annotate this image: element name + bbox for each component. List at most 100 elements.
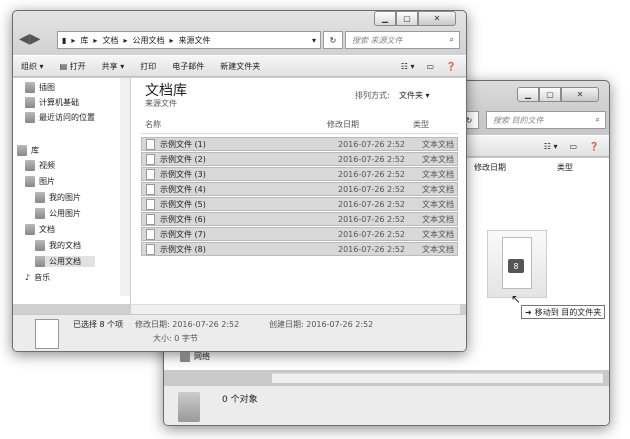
drag-tooltip: ➜ 移动到 目的文件夹 bbox=[521, 305, 606, 319]
file-date: 2016-07-26 2:52 bbox=[338, 169, 405, 179]
video-icon bbox=[25, 160, 35, 171]
picture-icon bbox=[25, 176, 35, 187]
column-header-date[interactable]: 修改日期 bbox=[474, 162, 506, 173]
horizontal-scrollbar[interactable] bbox=[131, 304, 460, 314]
drag-ghost: 8 bbox=[487, 230, 547, 298]
created-date: 创建日期: 2016-07-26 2:52 bbox=[269, 320, 374, 329]
nav-item-libraries[interactable]: 库 bbox=[17, 145, 39, 156]
document-icon bbox=[146, 213, 155, 225]
table-row[interactable]: 示例文件 (6) 2016-07-26 2:52 文本文档 bbox=[141, 212, 458, 226]
help-icon[interactable]: ❓ bbox=[589, 142, 599, 151]
file-name: 示例文件 (7) bbox=[160, 229, 206, 239]
file-name: 示例文件 (5) bbox=[160, 199, 206, 209]
file-date: 2016-07-26 2:52 bbox=[338, 229, 405, 239]
table-row[interactable]: 示例文件 (3) 2016-07-26 2:52 文本文档 bbox=[141, 167, 458, 181]
music-icon: ♪ bbox=[25, 273, 31, 282]
column-header-type[interactable]: 类型 bbox=[413, 119, 429, 130]
file-type: 文本文档 bbox=[422, 199, 454, 209]
nav-item-music[interactable]: ♪ 音乐 bbox=[25, 272, 50, 283]
file-type: 文本文档 bbox=[422, 139, 454, 149]
preview-pane-icon[interactable]: ▭ bbox=[426, 62, 434, 71]
close-button[interactable]: ✕ bbox=[418, 11, 456, 26]
table-row[interactable]: 示例文件 (5) 2016-07-26 2:52 文本文档 bbox=[141, 197, 458, 211]
sort-dropdown[interactable]: 文件夹 ▾ bbox=[399, 90, 430, 101]
nav-item-pictures[interactable]: 图片 bbox=[25, 176, 55, 187]
selection-count: 已选择 8 个项 bbox=[73, 320, 124, 329]
file-name: 示例文件 (1) bbox=[160, 139, 206, 149]
nav-item-network[interactable]: 网络 bbox=[180, 351, 210, 362]
cursor-icon: ↖ bbox=[511, 292, 522, 306]
nav-scrollbar[interactable] bbox=[120, 78, 130, 296]
document-icon bbox=[146, 168, 155, 180]
nav-item-videos[interactable]: 视频 bbox=[25, 160, 55, 171]
file-type: 文本文档 bbox=[422, 244, 454, 254]
open-button[interactable]: ▤ 打开 bbox=[52, 61, 94, 72]
table-row[interactable]: 示例文件 (4) 2016-07-26 2:52 文本文档 bbox=[141, 182, 458, 196]
view-options-icon[interactable]: ☷ ▾ bbox=[544, 142, 558, 151]
folder-icon: ▮ bbox=[62, 35, 67, 45]
table-row[interactable]: 示例文件 (2) 2016-07-26 2:52 文本文档 bbox=[141, 152, 458, 166]
source-window[interactable]: ▁ ▢ ✕ ◀▶ ▮ ▸ 库 ▸ 文档 ▸ 公用文档 ▸ 来源文件 ▾ ↻ 搜索… bbox=[12, 10, 467, 352]
nav-item-my-pictures[interactable]: 我的图片 bbox=[35, 192, 81, 203]
table-row[interactable]: 示例文件 (8) 2016-07-26 2:52 文本文档 bbox=[141, 242, 458, 256]
navigation-pane[interactable]: 插图 计算机基础 最近访问的位置 库 视频 图片 我的图片 公用图片 文档 我的… bbox=[13, 78, 131, 304]
recent-icon bbox=[25, 112, 35, 123]
status-bar: 已选择 8 个项 修改日期: 2016-07-26 2:52 创建日期: 201… bbox=[13, 314, 466, 351]
document-icon bbox=[146, 138, 155, 150]
folder-icon bbox=[35, 192, 45, 203]
new-folder-button[interactable]: 新建文件夹 bbox=[212, 61, 268, 72]
folder-icon bbox=[25, 82, 35, 93]
share-button[interactable]: 共享 ▾ bbox=[94, 61, 133, 72]
library-title: 文档库 bbox=[145, 83, 187, 99]
column-header-date[interactable]: 修改日期 bbox=[327, 119, 359, 130]
document-icon bbox=[146, 228, 155, 240]
organize-button[interactable]: 组织 ▾ bbox=[13, 61, 52, 72]
nav-item-public-pictures[interactable]: 公用图片 bbox=[35, 208, 81, 219]
file-list[interactable]: 文档库 来源文件 排列方式: 文件夹 ▾ 名称 修改日期 类型 示例文件 (1)… bbox=[131, 78, 466, 304]
address-bar[interactable]: ▮ ▸ 库 ▸ 文档 ▸ 公用文档 ▸ 来源文件 ▾ bbox=[57, 31, 321, 49]
document-icon bbox=[146, 153, 155, 165]
minimize-button[interactable]: ▁ bbox=[517, 87, 539, 102]
drag-count-badge: 8 bbox=[508, 259, 524, 273]
search-input[interactable]: 搜索 来源文件 ⌕ bbox=[345, 31, 460, 49]
maximize-button[interactable]: ▢ bbox=[539, 87, 561, 102]
nav-item-illustrations[interactable]: 插图 bbox=[25, 82, 55, 93]
nav-item-recent-places[interactable]: 最近访问的位置 bbox=[25, 112, 95, 123]
table-row[interactable]: 示例文件 (7) 2016-07-26 2:52 文本文档 bbox=[141, 227, 458, 241]
sort-label: 排列方式: bbox=[355, 91, 390, 100]
column-header-name[interactable]: 名称 bbox=[145, 119, 161, 130]
file-date: 2016-07-26 2:52 bbox=[338, 184, 405, 194]
preview-pane-icon[interactable]: ▭ bbox=[569, 142, 577, 151]
view-options-icon[interactable]: ☷ ▾ bbox=[401, 62, 415, 71]
file-date: 2016-07-26 2:52 bbox=[338, 214, 405, 224]
document-icon bbox=[146, 243, 155, 255]
library-subtitle: 来源文件 bbox=[145, 99, 177, 108]
refresh-button[interactable]: ↻ bbox=[323, 31, 343, 49]
search-input[interactable]: 搜索 目的文件 ⌕ bbox=[486, 111, 606, 129]
email-button[interactable]: 电子邮件 bbox=[164, 61, 212, 72]
print-button[interactable]: 打印 bbox=[132, 61, 164, 72]
nav-item-computer-basics[interactable]: 计算机基础 bbox=[25, 97, 79, 108]
table-row[interactable]: 示例文件 (1) 2016-07-26 2:52 文本文档 bbox=[141, 137, 458, 151]
column-header-type[interactable]: 类型 bbox=[557, 162, 573, 173]
maximize-button[interactable]: ▢ bbox=[396, 11, 418, 26]
nav-item-my-documents[interactable]: 我的文档 bbox=[35, 240, 81, 251]
file-type: 文本文档 bbox=[422, 214, 454, 224]
help-icon[interactable]: ❓ bbox=[446, 62, 456, 71]
file-name: 示例文件 (3) bbox=[160, 169, 206, 179]
toolbar: 组织 ▾ ▤ 打开 共享 ▾ 打印 电子邮件 新建文件夹 ☷ ▾ ▭ ❓ bbox=[13, 55, 466, 77]
file-name: 示例文件 (4) bbox=[160, 184, 206, 194]
file-type: 文本文档 bbox=[422, 229, 454, 239]
chevron-down-icon[interactable]: ▾ bbox=[312, 36, 316, 45]
column-header-row: 名称 修改日期 类型 bbox=[141, 119, 458, 134]
back-forward-icon[interactable]: ◀▶ bbox=[19, 31, 41, 47]
nav-item-documents[interactable]: 文档 bbox=[25, 224, 55, 235]
search-icon: ⌕ bbox=[449, 35, 454, 44]
file-name: 示例文件 (6) bbox=[160, 214, 206, 224]
folder-icon bbox=[178, 392, 200, 422]
close-button[interactable]: ✕ bbox=[561, 87, 599, 102]
library-icon bbox=[17, 145, 27, 156]
horizontal-scrollbar[interactable] bbox=[272, 373, 603, 383]
minimize-button[interactable]: ▁ bbox=[374, 11, 396, 26]
nav-item-public-documents[interactable]: 公用文档 bbox=[35, 256, 95, 267]
